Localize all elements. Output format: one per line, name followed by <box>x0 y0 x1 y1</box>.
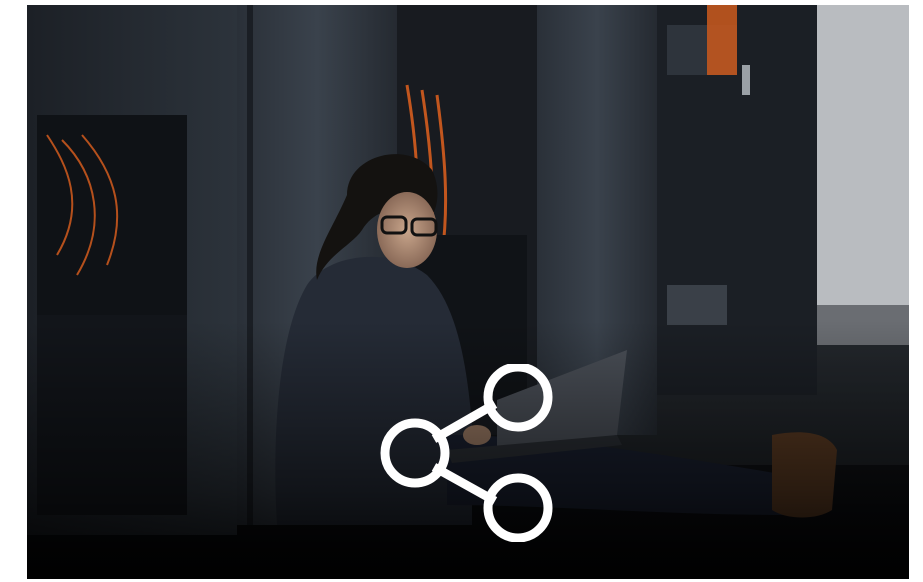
hero-image <box>27 5 909 579</box>
share-icon[interactable] <box>377 364 557 542</box>
